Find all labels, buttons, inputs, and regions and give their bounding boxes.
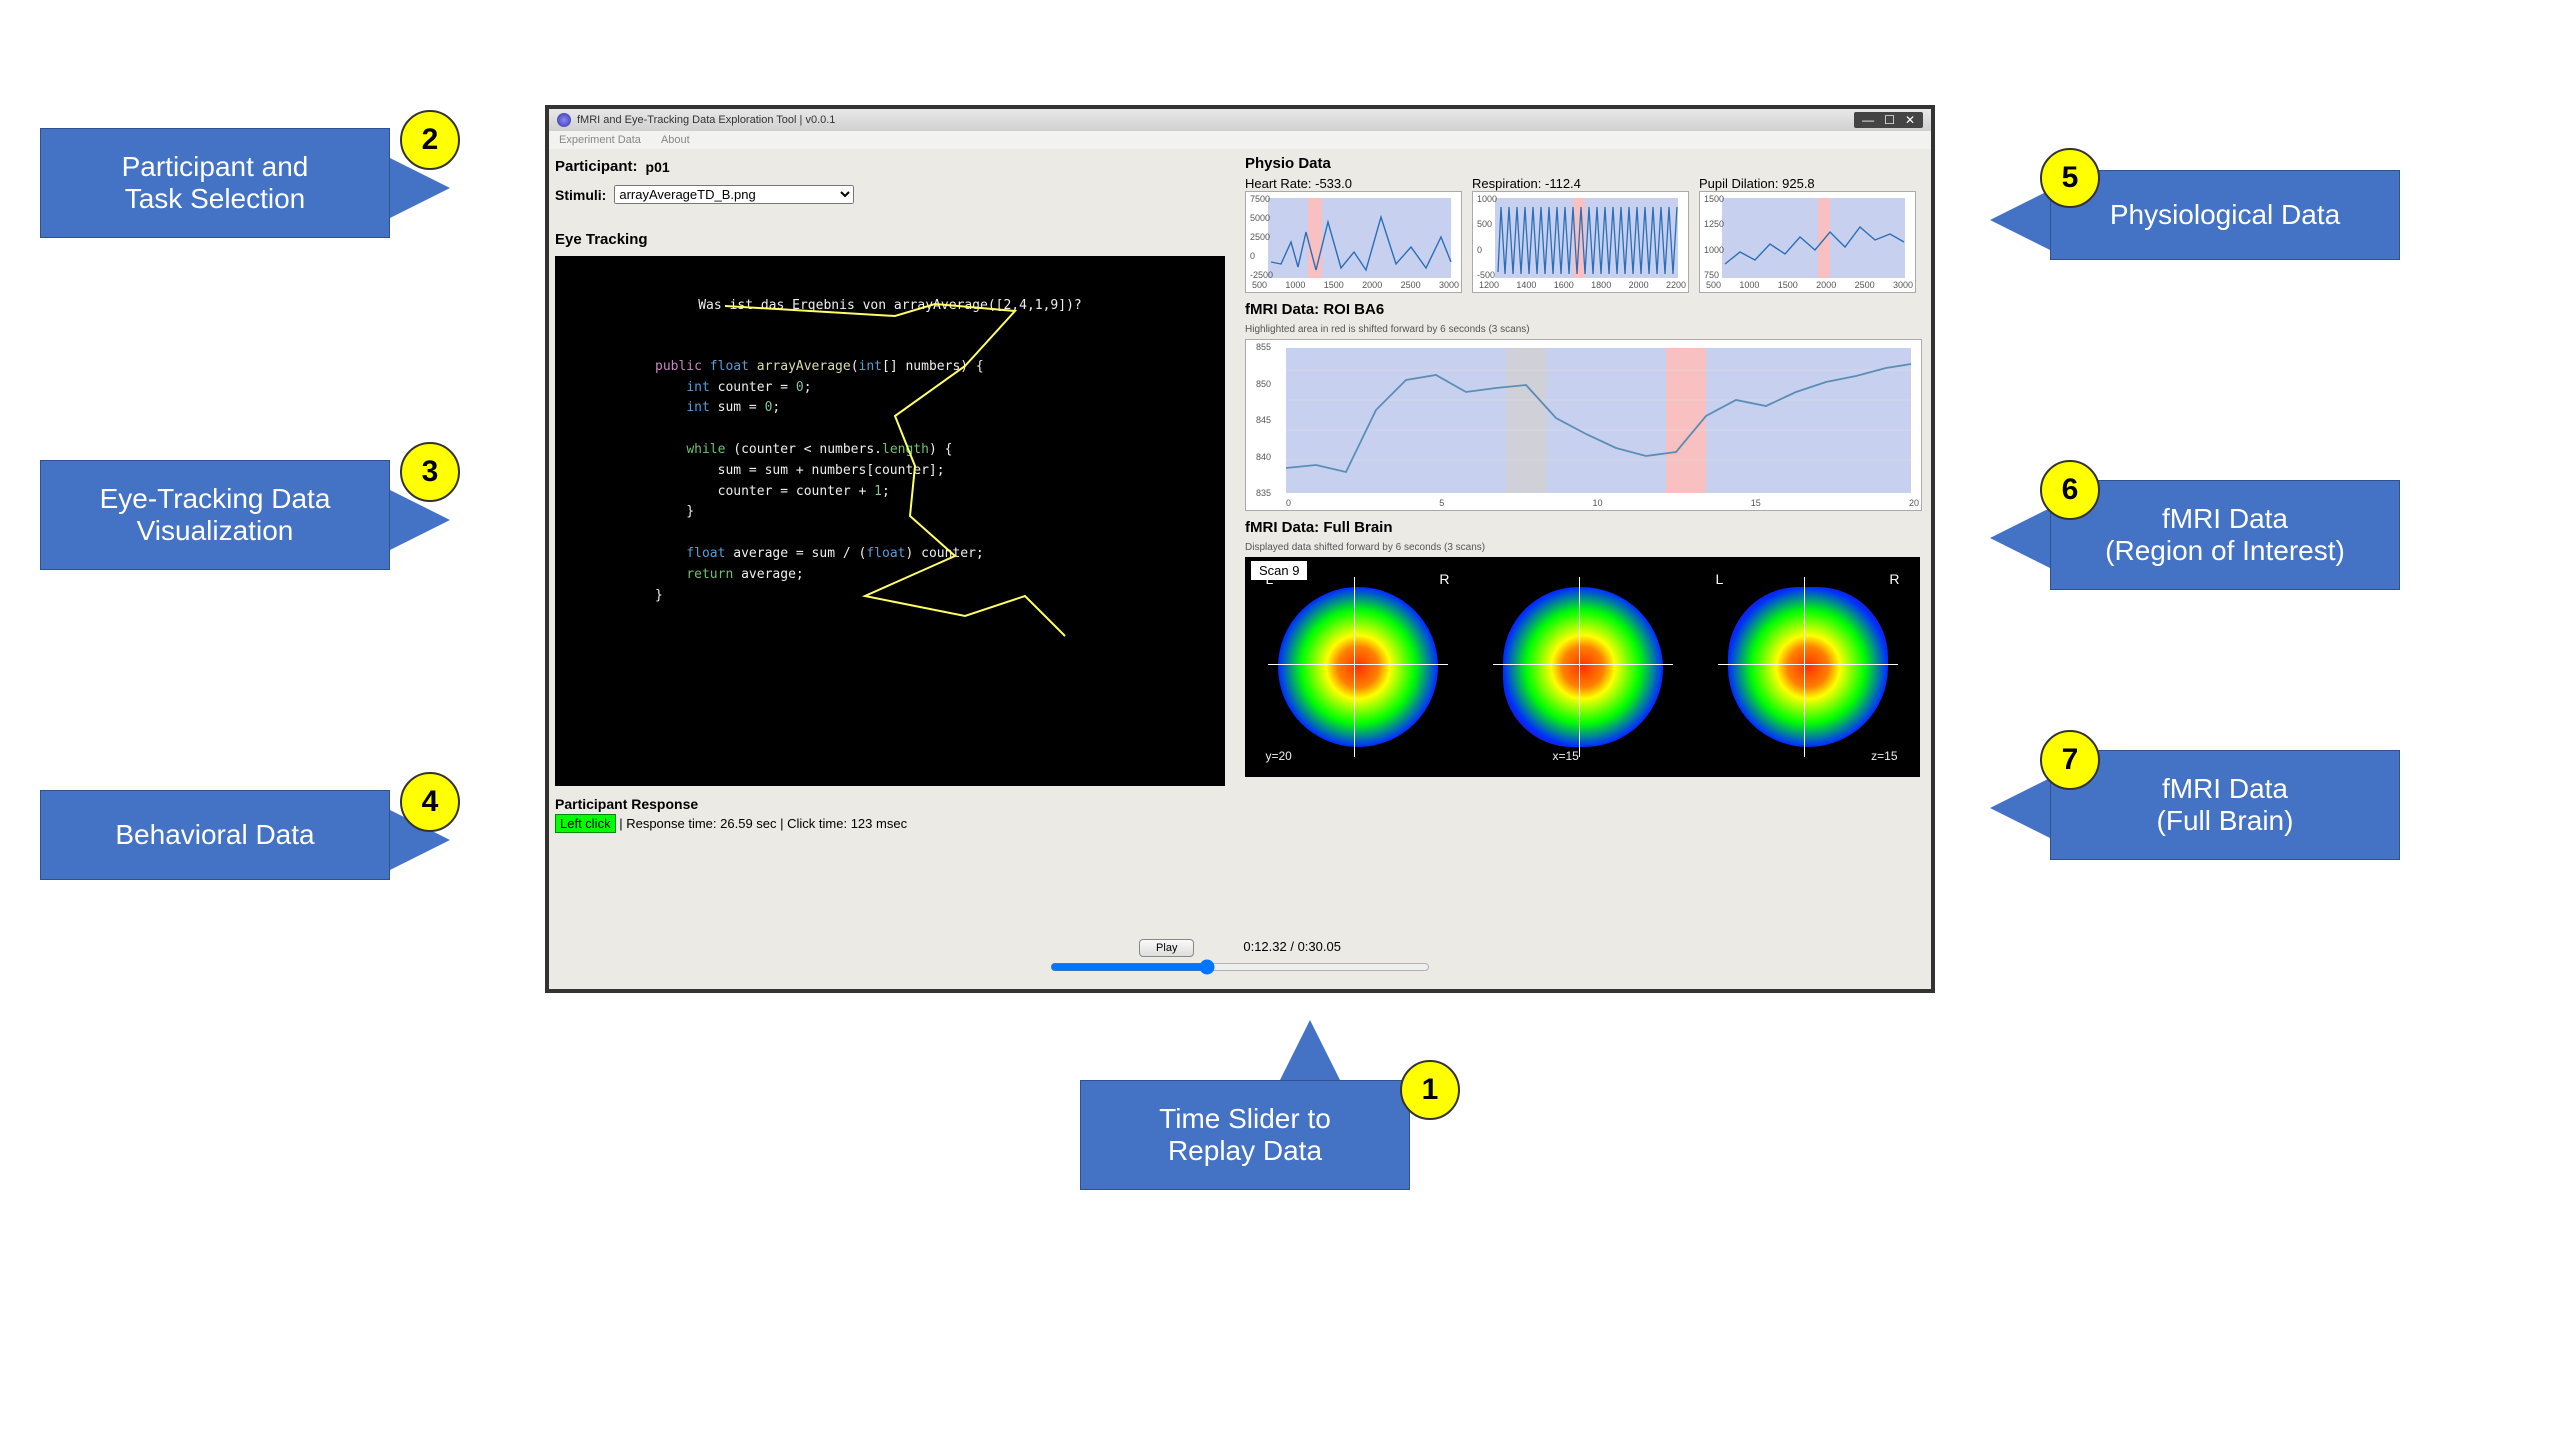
pupil-block: Pupil Dilation: 925.8 150012501000750 50… bbox=[1699, 176, 1916, 293]
badge-7: 7 bbox=[2040, 730, 2100, 790]
eye-tracking-heading: Eye Tracking bbox=[555, 231, 1235, 248]
callout-text: fMRI Data(Region of Interest) bbox=[2105, 503, 2345, 567]
stimuli-label: Stimuli: bbox=[555, 187, 606, 203]
participant-row: Participant: p01 bbox=[555, 154, 1235, 179]
callout-text: Time Slider toReplay Data bbox=[1159, 1103, 1331, 1167]
callout-text: Participant andTask Selection bbox=[122, 151, 309, 215]
participant-value: p01 bbox=[646, 159, 670, 175]
label-R: R bbox=[1439, 571, 1449, 587]
time-current: 0:12.32 bbox=[1243, 939, 1286, 954]
title-bar: fMRI and Eye-Tracking Data Exploration T… bbox=[549, 109, 1931, 131]
badge-5: 5 bbox=[2040, 148, 2100, 208]
playback-row: Play 0:12.32 / 0:30.05 bbox=[555, 938, 1925, 977]
coord-x: x=15 bbox=[1553, 749, 1579, 763]
fmri-full-heading: fMRI Data: Full Brain bbox=[1245, 519, 1925, 536]
coord-y: y=20 bbox=[1266, 749, 1292, 763]
badge-2: 2 bbox=[400, 110, 460, 170]
play-button[interactable]: Play bbox=[1139, 939, 1194, 957]
click-value: 123 msec bbox=[851, 816, 907, 831]
brain-slice-coronal: L R y=20 bbox=[1258, 567, 1458, 767]
label-L: L bbox=[1266, 571, 1274, 587]
time-sep: / bbox=[1287, 939, 1298, 954]
badge-1: 1 bbox=[1400, 1060, 1460, 1120]
coord-z: z=15 bbox=[1871, 749, 1897, 763]
menu-experiment-data[interactable]: Experiment Data bbox=[559, 134, 641, 146]
fmri-roi-heading: fMRI Data: ROI BA6 bbox=[1245, 301, 1925, 318]
callout-text: Eye-Tracking DataVisualization bbox=[100, 483, 331, 547]
resp-label: Respiration: bbox=[1472, 176, 1541, 191]
fmri-roi-caption: Highlighted area in red is shifted forwa… bbox=[1245, 324, 1925, 335]
brain-slice-sagittal: x=15 bbox=[1483, 567, 1683, 767]
callout-text: fMRI Data(Full Brain) bbox=[2157, 773, 2294, 837]
pupil-value: 925.8 bbox=[1782, 176, 1815, 191]
label-R: R bbox=[1889, 571, 1899, 587]
participant-label: Participant: bbox=[555, 158, 638, 175]
fmri-roi-chart: 855850845840835 05101520 bbox=[1245, 339, 1922, 511]
callout-physio: Physiological Data bbox=[2050, 170, 2400, 260]
time-slider[interactable] bbox=[1050, 959, 1430, 975]
rt-label: Response time: bbox=[626, 816, 720, 831]
click-label: | Click time: bbox=[780, 816, 851, 831]
brain-slice-axial: L R z=15 bbox=[1708, 567, 1908, 767]
callout-arrow bbox=[1280, 1020, 1340, 1080]
close-button[interactable]: ✕ bbox=[1905, 113, 1915, 127]
minimize-button[interactable]: — bbox=[1862, 113, 1874, 127]
window-title: fMRI and Eye-Tracking Data Exploration T… bbox=[577, 114, 835, 126]
gaze-path bbox=[715, 296, 1135, 716]
callout-text: Physiological Data bbox=[2110, 199, 2340, 231]
menu-about[interactable]: About bbox=[661, 134, 690, 146]
time-total: 0:30.05 bbox=[1298, 939, 1341, 954]
callout-behavioral: Behavioral Data bbox=[40, 790, 390, 880]
app-window: fMRI and Eye-Tracking Data Exploration T… bbox=[545, 105, 1935, 993]
maximize-button[interactable]: ☐ bbox=[1884, 113, 1895, 127]
badge-6: 6 bbox=[2040, 460, 2100, 520]
callout-arrow bbox=[1990, 190, 2050, 250]
response-action: Left click bbox=[555, 814, 616, 833]
callout-fmri-roi: fMRI Data(Region of Interest) bbox=[2050, 480, 2400, 590]
brain-slice-viewer: Scan 9 L R y=20 x=15 L R z=15 bbox=[1245, 557, 1920, 777]
callout-eye-tracking: Eye-Tracking DataVisualization bbox=[40, 460, 390, 570]
respiration-chart: 10005000-500 120014001600180020002200 bbox=[1472, 191, 1689, 293]
badge-4: 4 bbox=[400, 772, 460, 832]
callout-participant-task: Participant andTask Selection bbox=[40, 128, 390, 238]
heart-rate-chart: 7500500025000-2500 500100015002000250030… bbox=[1245, 191, 1462, 293]
window-controls: — ☐ ✕ bbox=[1854, 112, 1923, 128]
stimuli-row: Stimuli: arrayAverageTD_B.png bbox=[555, 185, 1235, 204]
callout-text: Behavioral Data bbox=[115, 819, 314, 851]
hr-value: -533.0 bbox=[1315, 176, 1352, 191]
badge-3: 3 bbox=[400, 442, 460, 502]
respiration-block: Respiration: -112.4 10005000-500 1200140… bbox=[1472, 176, 1689, 293]
menu-bar: Experiment Data About bbox=[549, 131, 1931, 149]
physio-charts-row: Heart Rate: -533.0 7500500025000-2500 50… bbox=[1245, 176, 1925, 293]
label-L: L bbox=[1716, 571, 1724, 587]
pupil-chart: 150012501000750 50010001500200025003000 bbox=[1699, 191, 1916, 293]
pupil-label: Pupil Dilation: bbox=[1699, 176, 1779, 191]
response-section: Participant Response Left click | Respon… bbox=[555, 792, 1235, 831]
stimuli-select[interactable]: arrayAverageTD_B.png bbox=[614, 185, 854, 204]
callout-arrow bbox=[1990, 778, 2050, 838]
hr-label: Heart Rate: bbox=[1245, 176, 1311, 191]
eye-tracking-viewer: Was ist das Ergebnis von arrayAverage([2… bbox=[555, 256, 1225, 786]
physio-heading: Physio Data bbox=[1245, 155, 1925, 172]
resp-value: -112.4 bbox=[1545, 176, 1581, 191]
callout-arrow bbox=[1990, 508, 2050, 568]
left-column: Participant: p01 Stimuli: arrayAverageTD… bbox=[555, 151, 1235, 983]
heart-rate-block: Heart Rate: -533.0 7500500025000-2500 50… bbox=[1245, 176, 1462, 293]
callout-fmri-full: fMRI Data(Full Brain) bbox=[2050, 750, 2400, 860]
right-column: Physio Data Heart Rate: -533.0 750050002… bbox=[1245, 151, 1925, 983]
response-heading: Participant Response bbox=[555, 796, 1235, 812]
callout-time-slider: Time Slider toReplay Data bbox=[1080, 1080, 1410, 1190]
fmri-full-caption: Displayed data shifted forward by 6 seco… bbox=[1245, 542, 1925, 553]
app-icon bbox=[557, 113, 571, 127]
rt-value: 26.59 sec bbox=[720, 816, 776, 831]
